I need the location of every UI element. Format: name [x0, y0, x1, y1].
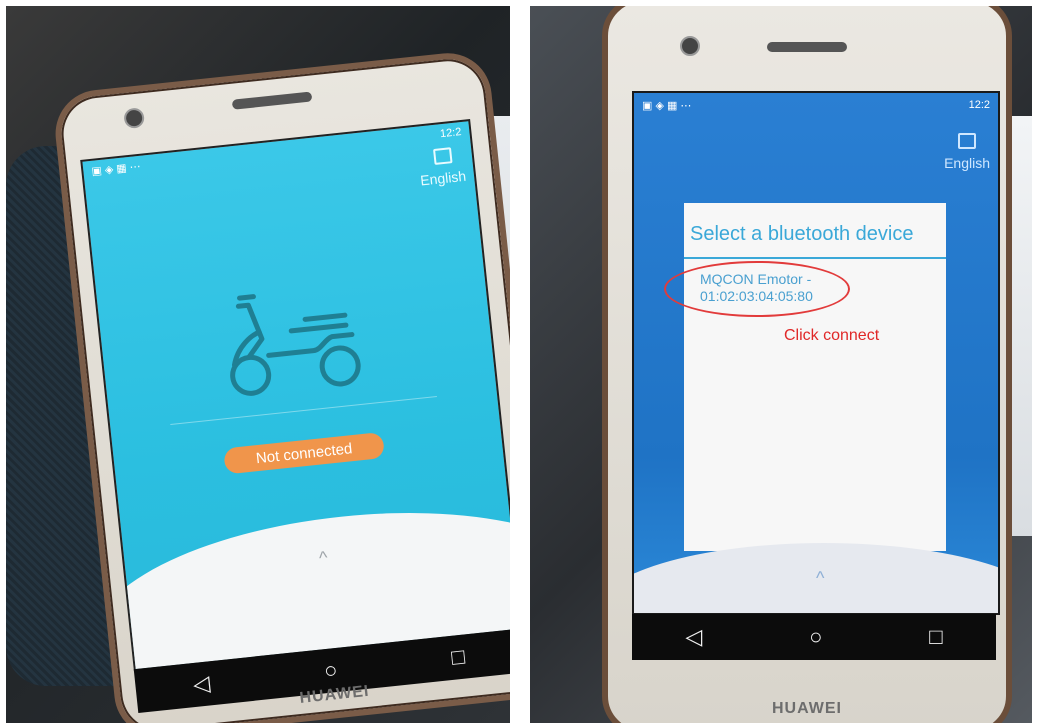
- language-toggle[interactable]: English: [944, 155, 990, 171]
- status-time: 12:2: [968, 99, 990, 111]
- back-button[interactable]: ◁: [192, 670, 212, 698]
- home-button[interactable]: ○: [809, 624, 822, 650]
- right-photo: ▣ ◈ ▦ ⋯ 12:2 English Select a bluetooth …: [530, 6, 1032, 723]
- language-toggle[interactable]: English: [419, 168, 466, 189]
- divider-line: [170, 396, 437, 426]
- phone-left: ▣ ◈ ▦ ⋯ 12:2 English Not connected ^ ◁ ○…: [51, 48, 510, 723]
- app-screen-right: ▣ ◈ ▦ ⋯ 12:2 English Select a bluetooth …: [632, 91, 1000, 615]
- recent-apps-button[interactable]: □: [929, 624, 942, 650]
- left-photo: ▣ ◈ ▦ ⋯ 12:2 English Not connected ^ ◁ ○…: [6, 6, 510, 723]
- status-icons: ▣ ◈ ▦ ⋯: [642, 100, 692, 112]
- app-screen-left: ▣ ◈ ▦ ⋯ 12:2 English Not connected ^: [80, 119, 510, 672]
- back-button[interactable]: ◁: [685, 624, 702, 650]
- chevron-up-icon[interactable]: ^: [816, 568, 824, 589]
- status-time: 12:2: [439, 126, 463, 141]
- recent-apps-button[interactable]: □: [450, 644, 466, 671]
- status-icons: ▣ ◈ ▦ ⋯: [90, 160, 142, 178]
- annotation-label: Click connect: [784, 327, 880, 344]
- dialog-divider: [684, 257, 946, 259]
- brand-logo: HUAWEI: [772, 700, 842, 717]
- scooter-icon: [230, 294, 361, 396]
- phone-right: ▣ ◈ ▦ ⋯ 12:2 English Select a bluetooth …: [602, 6, 1012, 723]
- status-bar: ▣ ◈ ▦ ⋯ 12:2: [642, 99, 990, 117]
- image-icon[interactable]: [433, 147, 453, 165]
- android-nav-bar: ◁ ○ □: [632, 614, 996, 660]
- home-button[interactable]: ○: [323, 657, 339, 684]
- connection-status-badge[interactable]: Not connected: [223, 431, 386, 475]
- bluetooth-device-dialog: Select a bluetooth device MQCON Emotor -…: [664, 203, 946, 551]
- front-camera-icon: [680, 36, 700, 56]
- earpiece: [767, 42, 847, 52]
- image-icon[interactable]: [958, 133, 976, 149]
- dialog-title: Select a bluetooth device: [690, 223, 914, 245]
- highlight-ellipse: [664, 261, 850, 317]
